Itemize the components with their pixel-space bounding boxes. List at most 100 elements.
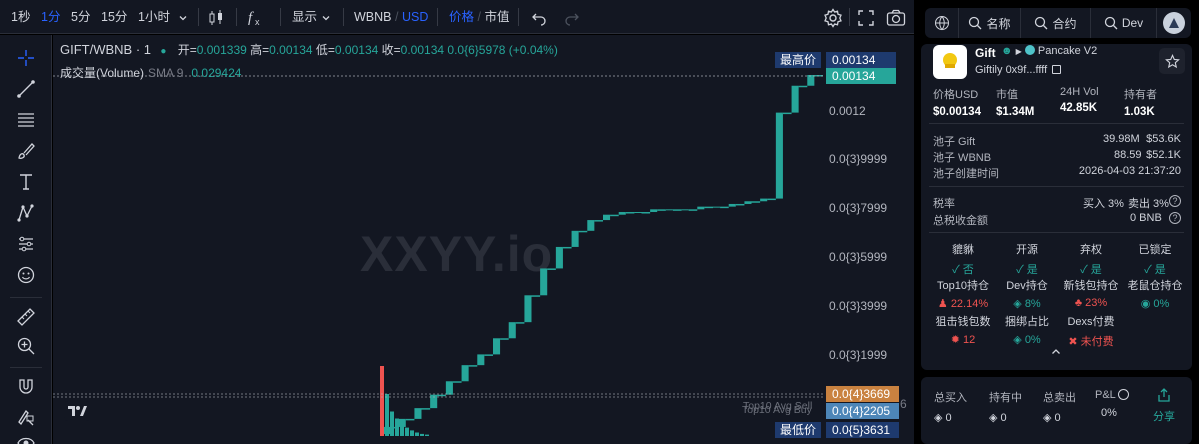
rat-icon: ◉ [1140, 298, 1151, 310]
price-candle [445, 381, 453, 395]
search-by-dev-button[interactable]: Dev [1091, 8, 1157, 38]
price-candle [713, 206, 721, 208]
price-candle [760, 198, 768, 202]
price-tick [437, 394, 446, 397]
horizontal-lines-icon[interactable] [13, 107, 39, 133]
collapse-chevron-up-icon[interactable] [1049, 345, 1063, 359]
volume-bar [385, 394, 389, 436]
total-sold: 总卖出 ◈ 0 [1043, 392, 1076, 424]
trend-line-icon[interactable] [13, 76, 39, 102]
volume-legend: 成交量(Volume) SMA 9 0.029424 [60, 66, 242, 80]
currency-icon[interactable] [1118, 389, 1130, 400]
pool-gift-row: 池子 Gift 39.98M $53.6K [933, 133, 1181, 148]
svg-text:f: f [248, 10, 254, 26]
volume-bar [390, 411, 394, 436]
contract-address[interactable]: 0x9f...ffff [1006, 64, 1048, 76]
magnet-icon[interactable] [13, 374, 39, 400]
price-candle [807, 75, 815, 86]
pool-created-row: 池子创建时间 2026-04-03 21:37:20 [933, 165, 1181, 180]
price-candle [603, 214, 611, 221]
search-by-name-button[interactable]: 名称 [959, 8, 1021, 38]
token-badges: ☻ ▶ Pancake V2 [1001, 45, 1097, 57]
sprout-icon: ♣ [1074, 297, 1083, 309]
stat-24h-vol: 24H Vol 42.85K [1060, 86, 1099, 114]
dexs-paid: Dexs付费 ✖ 未付费 [1067, 316, 1115, 348]
pair-currency-toggle[interactable]: WBNB / USD [354, 0, 428, 34]
ruler-icon[interactable] [13, 304, 39, 330]
token-card: Gift ☻ ▶ Pancake V2 Giftily 0x9f...ffff … [921, 44, 1192, 370]
price-chart[interactable]: XXYY.io GIFT/WBNB · 1 ● 开=0.001339 高=0.0… [53, 35, 914, 444]
candle-type-icon[interactable] [207, 0, 225, 34]
lock-drawing-icon[interactable] [13, 404, 39, 430]
volume-bar [420, 433, 424, 436]
price-tick [468, 365, 478, 367]
stat-holders: 持有者 1.03K [1124, 89, 1157, 118]
indicators-fx-icon[interactable]: fx [246, 0, 268, 34]
eye-icon[interactable] [13, 430, 39, 444]
tradingview-logo[interactable] [64, 401, 90, 421]
token-subtitle: Giftily 0x9f...ffff [975, 64, 1062, 76]
interval-dropdown-chevron-icon[interactable] [178, 0, 188, 34]
holding: 持有中 ◈ 0 [989, 392, 1022, 424]
settings-gear-icon[interactable] [823, 0, 843, 34]
volume-bar [400, 423, 404, 436]
price-candle [493, 338, 501, 355]
sec-locked: 已锁定 ✓ 是 [1138, 244, 1172, 276]
price-candle [540, 268, 548, 296]
price-tick [782, 112, 792, 115]
hold-top10: Top10持仓 ♟ 22.14% [937, 280, 989, 310]
price-tick [531, 295, 541, 297]
emoji-icon[interactable] [13, 262, 39, 288]
price-candle [414, 408, 422, 419]
fullscreen-icon[interactable] [857, 0, 875, 34]
price-candle [618, 212, 626, 215]
price-tick [625, 212, 635, 214]
top10-avg-sell-value: 0.0{4}3669 [826, 386, 899, 402]
candlestick-plot[interactable] [53, 35, 914, 444]
price-candle [461, 365, 469, 382]
interval-1m[interactable]: 1分 [41, 0, 60, 34]
high-price-value: 0.00134 [826, 52, 896, 68]
favorite-star-icon[interactable] [1159, 48, 1185, 74]
price-tick [452, 381, 462, 383]
stat-mcap: 市值 $1.34M [996, 89, 1035, 118]
interval-15m[interactable]: 15分 [101, 0, 127, 34]
price-candle [744, 201, 752, 204]
price-tick [704, 206, 713, 209]
measure-range-icon[interactable] [13, 231, 39, 257]
top10-avg-buy-label: Top10 Avg Buy [742, 404, 812, 416]
display-menu[interactable]: 显示 [292, 0, 331, 34]
y-tick: 0.0{3}7999 [829, 201, 888, 215]
hold-dev: Dev持仓 ◈ 8% [1006, 280, 1048, 310]
price-tick [562, 246, 572, 249]
redo-icon[interactable] [564, 0, 580, 34]
brush-icon[interactable] [13, 138, 39, 164]
screenshot-camera-icon[interactable] [886, 0, 906, 34]
globe-icon[interactable] [925, 8, 959, 38]
crosshair-icon[interactable] [13, 45, 39, 71]
interval-1h[interactable]: 1小时 [138, 0, 170, 34]
help-icon[interactable]: ? [1169, 195, 1181, 207]
interval-5m[interactable]: 5分 [71, 0, 90, 34]
search-by-contract-button[interactable]: 合约 [1021, 8, 1091, 38]
price-mcap-toggle[interactable]: 价格 / 市值 [449, 0, 509, 34]
zoom-in-icon[interactable] [13, 333, 39, 359]
search-icon [1104, 16, 1118, 30]
undo-icon[interactable] [531, 0, 547, 34]
share-button[interactable]: 分享 [1153, 387, 1175, 424]
price-tick [672, 209, 682, 211]
bundle-icon: ◈ [1013, 334, 1022, 346]
pattern-icon[interactable] [13, 200, 39, 226]
copy-icon[interactable] [1052, 65, 1062, 74]
position-card: 总买入 ◈ 0 持有中 ◈ 0 总卖出 ◈ 0 P&L 0% 分享 [921, 377, 1192, 444]
help-icon[interactable]: ? [1169, 212, 1181, 224]
price-tick [657, 209, 666, 211]
price-tick [594, 220, 603, 222]
interval-1s[interactable]: 1秒 [11, 0, 30, 34]
y-tick: 0.0012 [829, 104, 866, 118]
text-tool-icon[interactable] [13, 169, 39, 195]
user-avatar[interactable] [1157, 8, 1191, 38]
share-icon [1158, 388, 1170, 402]
pool-wbnb-row: 池子 WBNB 88.59 $52.1K [933, 149, 1181, 164]
price-candle [650, 209, 658, 213]
